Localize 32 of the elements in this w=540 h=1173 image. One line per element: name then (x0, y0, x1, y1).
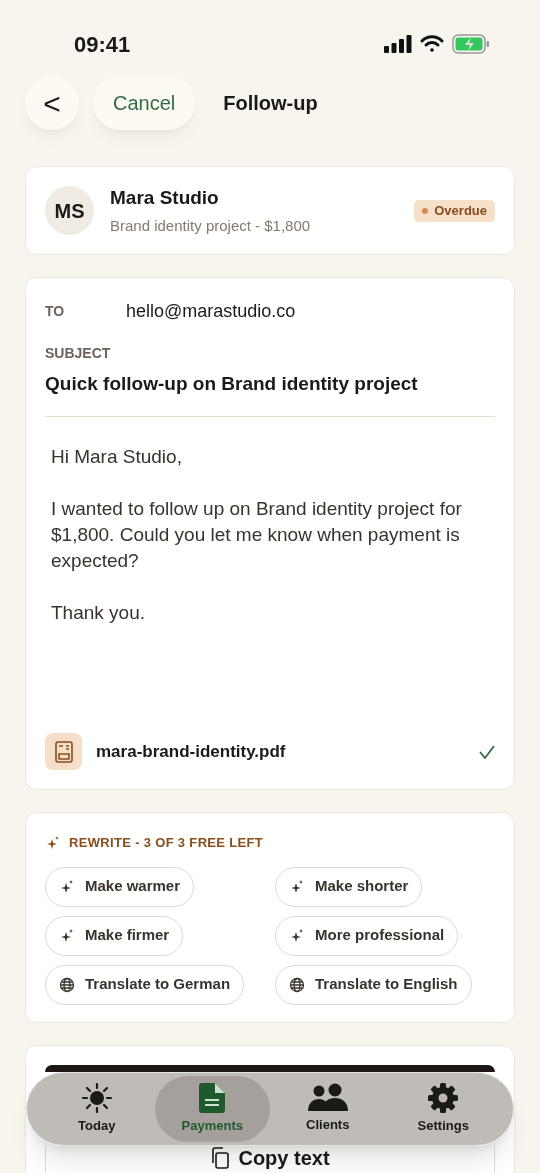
back-button[interactable]: < (25, 76, 79, 130)
recipient-email: hello@marastudio.co (126, 300, 296, 323)
tab-item[interactable]: Settings (385, 1076, 501, 1142)
attachment-icon (45, 733, 82, 770)
sun-icon (80, 1082, 113, 1115)
body-paragraph: I wanted to follow up on Brand identity project for $1,800. Could you let me know when payment is expected? (51, 496, 463, 573)
attachment-name: mara-brand-identity.pdf (96, 740, 287, 763)
send-button[interactable] (45, 1065, 495, 1072)
client-name: Mara Studio (110, 186, 220, 210)
rewrite-heading: REWRITE - 3 OF 3 FREE LEFT (69, 834, 264, 852)
page-title: Follow-up (223, 91, 318, 116)
to-label: TO (45, 302, 66, 321)
globe-icon (59, 976, 75, 993)
globe-icon (289, 976, 305, 993)
project-detail: Brand identity project - $1,800 (110, 215, 312, 236)
subject-text: Quick follow-up on Brand identity project (45, 370, 495, 417)
battery-icon (452, 34, 490, 54)
settings-icon (427, 1082, 460, 1115)
tab-item[interactable]: Today (39, 1076, 155, 1142)
cancel-button[interactable]: Cancel (93, 76, 196, 130)
people-icon (307, 1083, 348, 1114)
status-time: 09:41 (74, 30, 131, 59)
wifi-icon (420, 35, 444, 53)
client-avatar: MS (45, 186, 94, 235)
body-paragraph: Thank you. (51, 600, 146, 625)
status-label: Overdue (434, 201, 487, 220)
document-icon (198, 1082, 227, 1115)
tab-item[interactable]: Clients (270, 1076, 386, 1142)
body-paragraph: Hi Mara Studio, (51, 444, 183, 469)
signal-icon (384, 35, 412, 53)
subject-label: SUBJECT (45, 344, 112, 363)
copy-icon (210, 1147, 231, 1169)
